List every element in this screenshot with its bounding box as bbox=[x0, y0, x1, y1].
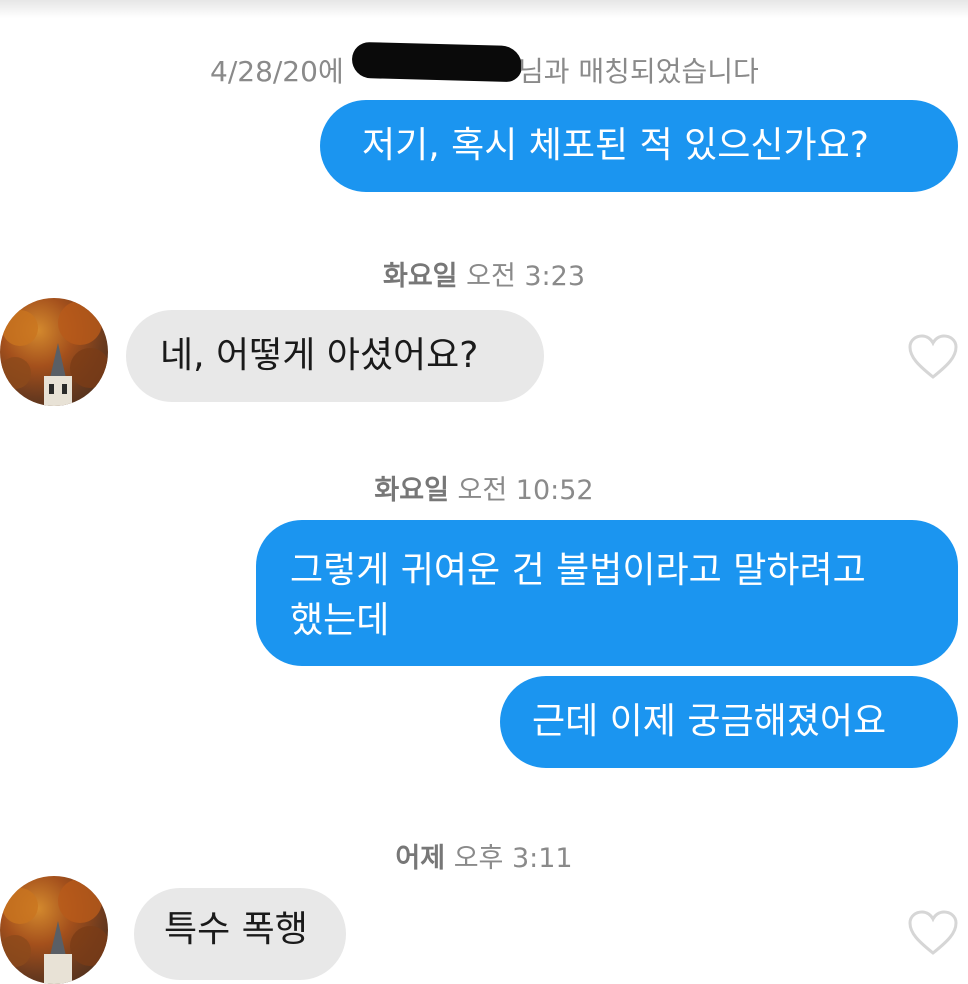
timestamp-time: 오전 10:52 bbox=[457, 475, 594, 506]
message-timestamp: 화요일 오전 10:52 bbox=[0, 468, 968, 507]
timestamp-time: 오전 3:23 bbox=[466, 261, 586, 292]
received-message-bubble[interactable]: 특수 폭행 bbox=[134, 888, 346, 980]
match-text: 님과 매칭되었습니다 bbox=[518, 55, 759, 88]
sent-message-bubble[interactable]: 근데 이제 궁금해졌어요 bbox=[500, 676, 958, 768]
message-text: 네, 어떻게 아셨어요? bbox=[160, 335, 479, 376]
top-shadow bbox=[0, 0, 968, 18]
avatar-photo bbox=[0, 301, 108, 406]
message-timestamp: 어제 오후 3:11 bbox=[0, 836, 968, 875]
timestamp-day: 화요일 bbox=[374, 475, 449, 506]
timestamp-day: 어제 bbox=[395, 843, 446, 874]
message-text: 저기, 혹시 체포된 적 있으신가요? bbox=[362, 125, 869, 166]
received-message-bubble[interactable]: 네, 어떻게 아셨어요? bbox=[126, 310, 544, 402]
avatar-photo bbox=[0, 879, 108, 984]
message-text: 근데 이제 궁금해졌어요 bbox=[532, 701, 887, 742]
redacted-username bbox=[351, 41, 523, 83]
avatar[interactable] bbox=[0, 298, 108, 406]
message-text-line: 그렇게 귀여운 건 불법이라고 말하려고 bbox=[290, 550, 866, 591]
avatar[interactable] bbox=[0, 876, 108, 984]
timestamp-time: 오후 3:11 bbox=[453, 843, 573, 874]
match-notice: 4/28/20에 님과 매칭되었습니다 bbox=[0, 41, 968, 88]
heart-outline-icon[interactable] bbox=[908, 334, 958, 380]
sent-message-bubble[interactable]: 그렇게 귀여운 건 불법이라고 말하려고 했는데 bbox=[256, 520, 958, 666]
message-text-line: 했는데 bbox=[290, 600, 390, 641]
heart-outline-icon[interactable] bbox=[908, 910, 958, 956]
sent-message-bubble[interactable]: 저기, 혹시 체포된 적 있으신가요? bbox=[320, 100, 958, 192]
message-text: 특수 폭행 bbox=[164, 909, 308, 950]
message-timestamp: 화요일 오전 3:23 bbox=[0, 254, 968, 293]
match-date: 4/28/20에 bbox=[210, 55, 344, 88]
timestamp-day: 화요일 bbox=[382, 261, 458, 292]
